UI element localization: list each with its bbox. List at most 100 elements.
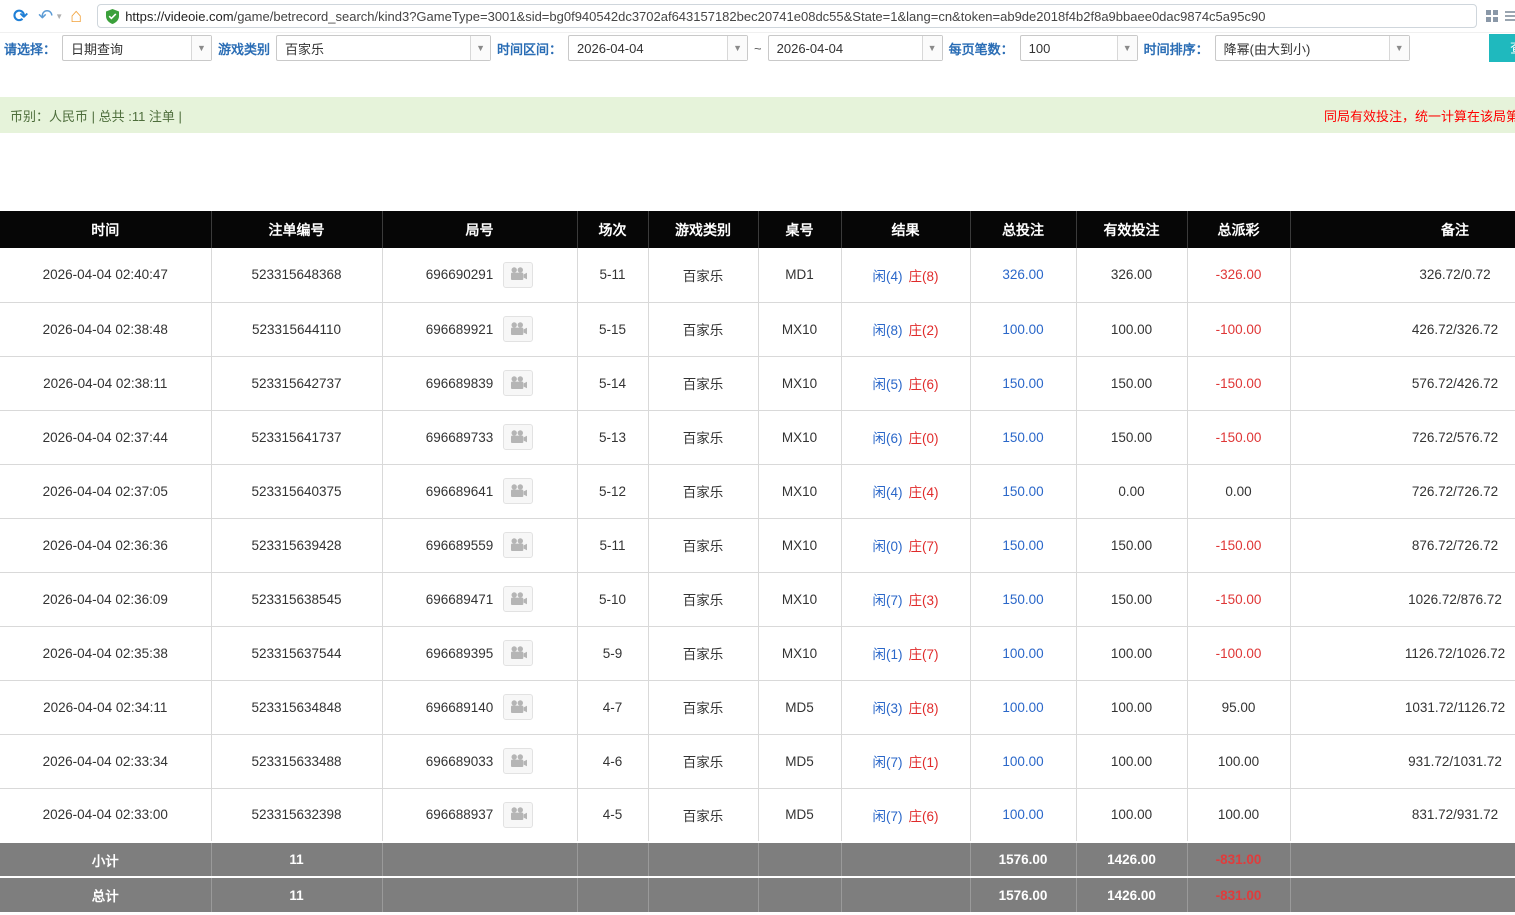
total-bet-link: 100.00 — [1002, 753, 1044, 769]
summary-currency-count: 币别：人民币 | 总共 :11 注单 | — [10, 108, 182, 124]
cell-session: 5-15 — [577, 302, 649, 357]
cell-total-bet[interactable]: 100.00 — [970, 626, 1077, 681]
cell-round: 696689140 — [382, 680, 578, 735]
chevron-down-icon[interactable]: ▼ — [1388, 36, 1409, 60]
cell-total-bet[interactable]: 150.00 — [970, 518, 1077, 573]
cell-bet-id: 523315648368 — [211, 248, 383, 303]
chevron-down-icon[interactable]: ▼ — [921, 36, 942, 60]
round-id: 696689641 — [425, 483, 494, 499]
url-path: /game/betrecord_search/kind3?GameType=30… — [233, 8, 1266, 24]
menu-more-icon[interactable] — [1505, 9, 1515, 23]
total-bet-link: 150.00 — [1002, 429, 1044, 445]
result-player: 闲(6) — [872, 431, 903, 446]
chevron-down-icon[interactable]: ▼ — [1116, 36, 1137, 60]
table-footer-row: 小计 11 1576.00 1426.00 -831.00 — [0, 841, 1515, 877]
video-replay-button[interactable] — [503, 694, 534, 720]
video-replay-button[interactable] — [503, 261, 534, 288]
apps-grid-icon[interactable] — [1485, 9, 1499, 23]
back-history-caret-icon[interactable]: ▼ — [55, 12, 63, 21]
cell-table-no: MX10 — [758, 464, 842, 519]
query-type-select[interactable]: 日期查询 ▼ — [62, 35, 213, 61]
video-replay-button[interactable] — [503, 532, 534, 558]
summary-notice: 同局有效投注，统一计算在该局第 — [1323, 108, 1515, 124]
search-button[interactable]: 查询 — [1489, 34, 1515, 62]
cell-time: 2026-04-04 02:37:05 — [0, 464, 212, 519]
cell-bet-id: 523315642737 — [211, 356, 383, 411]
cell-table-no: MX10 — [758, 572, 842, 627]
footer-total-bet: 1576.00 — [970, 876, 1077, 912]
video-replay-button[interactable] — [503, 586, 534, 612]
cell-result: 闲(7) 庄(3) — [841, 572, 971, 627]
cell-payout: -150.00 — [1187, 572, 1291, 627]
cell-payout: 95.00 — [1187, 680, 1291, 735]
cell-payout: -100.00 — [1187, 302, 1291, 357]
video-replay-button[interactable] — [503, 640, 534, 666]
date-from-input[interactable]: 2026-04-04 ▼ — [568, 35, 749, 61]
address-bar[interactable]: https://videoie.com/game/betrecord_searc… — [97, 4, 1477, 28]
total-bet-link: 326.00 — [1002, 267, 1044, 283]
date-to-input[interactable]: 2026-04-04 ▼ — [767, 35, 943, 61]
round-id: 696690291 — [425, 267, 494, 283]
cell-payout: 0.00 — [1187, 464, 1291, 519]
cell-total-bet[interactable]: 100.00 — [970, 788, 1077, 843]
cell-result: 闲(5) 庄(6) — [841, 356, 971, 411]
cell-game-type: 百家乐 — [648, 356, 759, 411]
video-replay-button[interactable] — [503, 316, 534, 342]
video-replay-button[interactable] — [503, 801, 534, 828]
result-player: 闲(7) — [872, 808, 903, 824]
cell-round: 696690291 — [382, 248, 578, 303]
column-header: 桌号 — [758, 211, 842, 248]
back-icon[interactable]: ↶ — [38, 7, 53, 25]
cell-total-bet[interactable]: 150.00 — [970, 572, 1077, 627]
cell-table-no: MX10 — [758, 518, 842, 573]
cell-table-no: MX10 — [758, 626, 842, 681]
cell-time: 2026-04-04 02:38:11 — [0, 356, 212, 411]
result-banker: 庄(8) — [908, 701, 939, 716]
result-player: 闲(7) — [872, 593, 903, 608]
video-replay-button[interactable] — [503, 370, 534, 396]
cell-table-no: MX10 — [758, 356, 842, 411]
cell-valid-bet: 100.00 — [1076, 680, 1188, 735]
cell-payout: -326.00 — [1187, 248, 1291, 303]
cell-result: 闲(1) 庄(7) — [841, 626, 971, 681]
result-player: 闲(3) — [872, 701, 903, 716]
footer-empty — [758, 876, 842, 912]
date-to-value: 2026-04-04 — [776, 40, 844, 56]
cell-bet-id: 523315632398 — [211, 788, 383, 843]
chevron-down-icon[interactable]: ▼ — [727, 36, 748, 60]
round-id: 696689921 — [425, 321, 494, 337]
cell-total-bet[interactable]: 100.00 — [970, 680, 1077, 735]
video-replay-button[interactable] — [503, 424, 534, 450]
footer-empty — [1290, 876, 1515, 912]
cell-round: 696689471 — [382, 572, 578, 627]
cell-total-bet[interactable]: 150.00 — [970, 356, 1077, 411]
cell-total-bet[interactable]: 150.00 — [970, 410, 1077, 465]
cell-payout: 100.00 — [1187, 788, 1291, 843]
cell-total-bet[interactable]: 150.00 — [970, 464, 1077, 519]
footer-empty — [841, 841, 971, 877]
cell-total-bet[interactable]: 326.00 — [970, 248, 1077, 303]
chevron-down-icon[interactable]: ▼ — [470, 36, 491, 60]
round-id: 696689471 — [425, 591, 494, 607]
chevron-down-icon[interactable]: ▼ — [191, 36, 212, 60]
cell-valid-bet: 150.00 — [1076, 356, 1188, 411]
table-row: 2026-04-04 02:35:38 523315637544 696689395… — [0, 626, 1515, 681]
result-banker: 庄(6) — [908, 377, 939, 392]
sort-select[interactable]: 降幂(由大到小) ▼ — [1214, 35, 1410, 61]
game-category-select[interactable]: 百家乐 ▼ — [276, 35, 492, 61]
cell-total-bet[interactable]: 100.00 — [970, 734, 1077, 789]
home-icon[interactable]: ⌂ — [70, 6, 82, 26]
column-header: 总派彩 — [1187, 211, 1291, 248]
cell-total-bet[interactable]: 100.00 — [970, 302, 1077, 357]
video-replay-button[interactable] — [503, 748, 534, 774]
time-range-label: 时间区间： — [497, 41, 563, 57]
cell-game-type: 百家乐 — [648, 680, 759, 735]
cell-time: 2026-04-04 02:40:47 — [0, 248, 212, 303]
result-banker: 庄(7) — [908, 647, 939, 662]
reload-icon[interactable]: ⟳ — [13, 7, 28, 25]
page-size-select[interactable]: 100 ▼ — [1019, 35, 1138, 61]
cell-table-no: MD5 — [758, 788, 842, 843]
video-replay-button[interactable] — [503, 478, 534, 504]
cell-session: 5-13 — [577, 410, 649, 465]
cell-session: 5-10 — [577, 572, 649, 627]
